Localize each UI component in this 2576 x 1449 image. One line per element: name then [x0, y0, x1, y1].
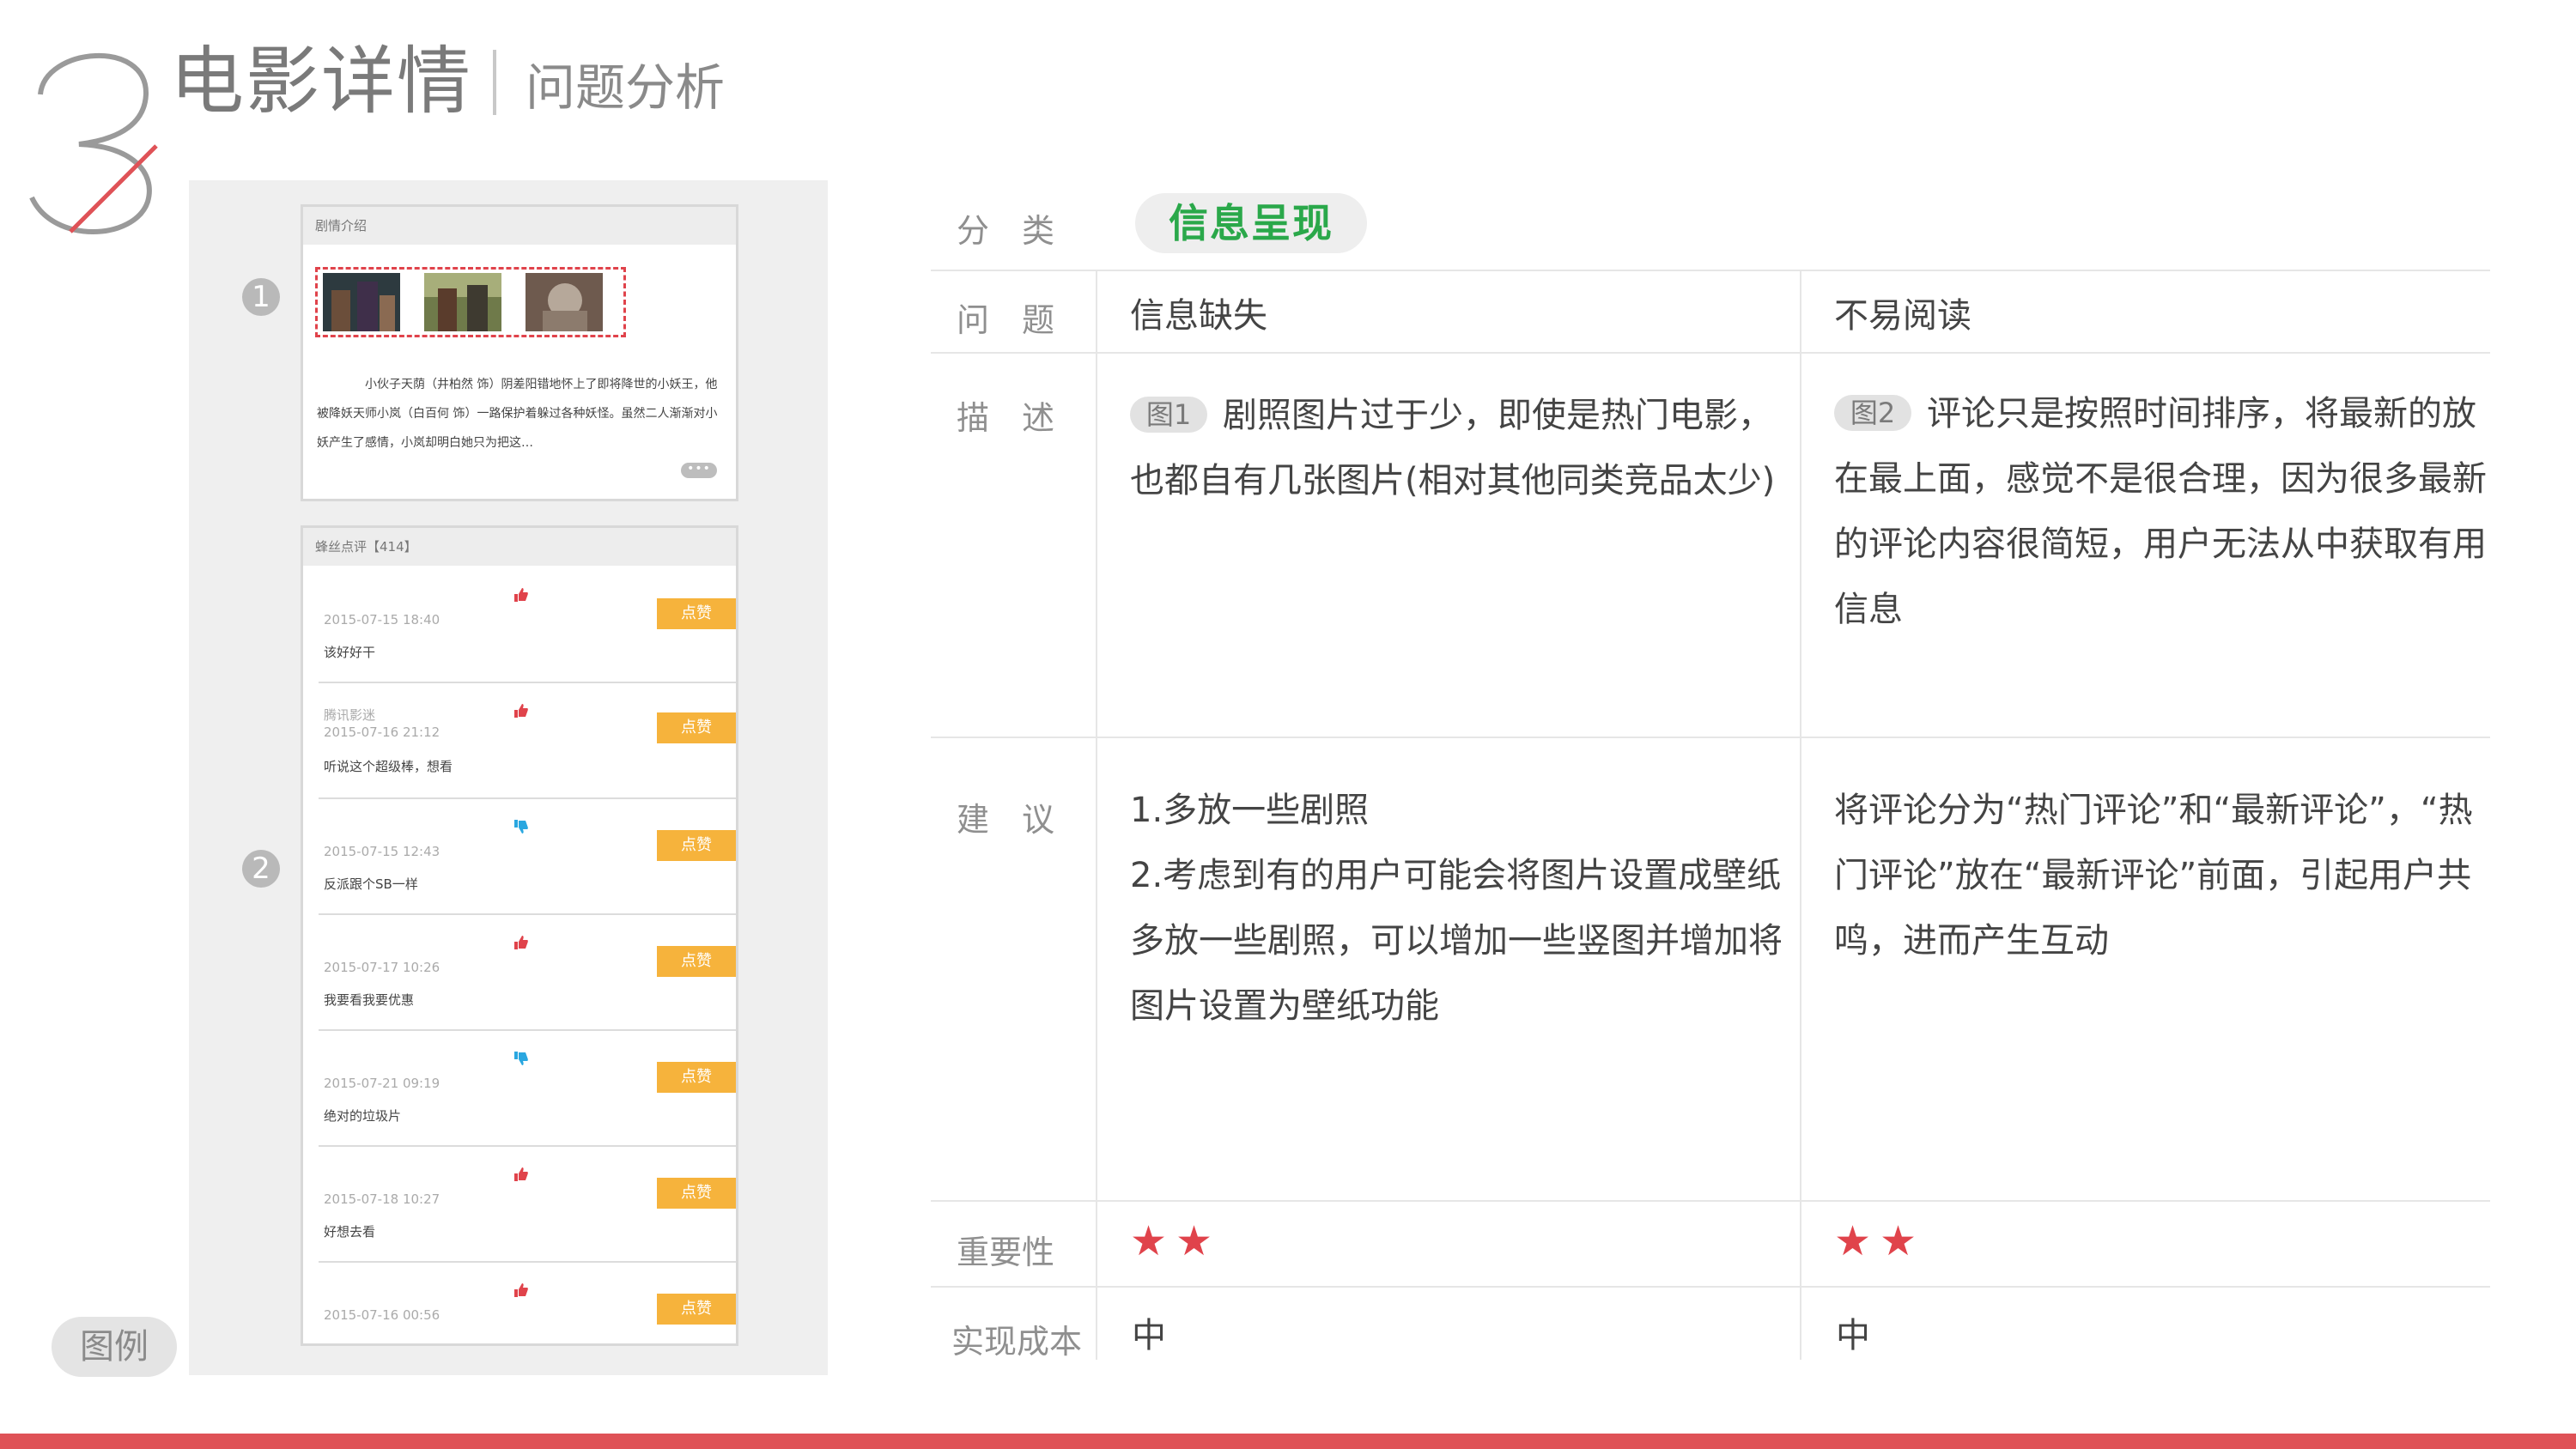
- category-badge: 信息呈现: [1135, 193, 1367, 253]
- row-divider: [931, 737, 2490, 738]
- suggestion-col1-line1: 1.多放一些剧照: [1130, 791, 1370, 830]
- row-divider: [931, 352, 2490, 354]
- suggestion-col1-line2: 2.考虑到有的用户可能会将图片设置成壁纸多放一些剧照，可以增加一些竖图并增加将图…: [1130, 856, 1783, 1026]
- screenshot-panel: 1 2 剧情介绍 小伙子天荫（井柏然 饰）阴差阳错地怀上了即将降世的小妖王，他被…: [189, 180, 828, 1375]
- reviews-card: 蜂丝点评【414】 2015-07-15 18:40 该好好干 点赞 腾讯影迷 …: [301, 525, 738, 1346]
- cost-col2: 中: [1836, 1316, 1870, 1355]
- review-item: 2015-07-18 10:27 好想去看 点赞: [319, 1145, 736, 1263]
- like-button[interactable]: 点赞: [657, 1294, 736, 1325]
- importance-col2-stars: ★★: [1834, 1217, 1926, 1265]
- thumb-up-icon[interactable]: [513, 1282, 530, 1299]
- column-divider: [1096, 270, 1097, 1360]
- page-subtitle: 问题分析: [526, 58, 726, 117]
- row-divider: [931, 270, 2490, 271]
- review-item: 2015-07-15 18:40 该好好干 点赞: [319, 566, 736, 683]
- reviews-card-header: 蜂丝点评【414】: [303, 528, 736, 566]
- label-problem: 问 题: [957, 301, 1055, 339]
- review-text: 该好好干: [324, 645, 376, 660]
- review-text: 好想去看: [324, 1224, 376, 1240]
- review-date: 2015-07-16 21:12: [324, 724, 440, 740]
- review-date: 2015-07-21 09:19: [324, 1076, 440, 1091]
- bottom-accent-bar: [0, 1434, 2576, 1449]
- review-date: 2015-07-17 10:26: [324, 960, 440, 975]
- problem-col1: 信息缺失: [1130, 296, 1267, 336]
- review-text: 我要看我要优惠: [324, 992, 415, 1008]
- review-item: 2015-07-16 00:56 点赞: [319, 1261, 736, 1343]
- like-button[interactable]: 点赞: [657, 830, 736, 861]
- label-cost: 实现成本: [951, 1323, 1083, 1361]
- title-separator: [493, 50, 496, 115]
- synopsis-card: 剧情介绍 小伙子天荫（井柏然 饰）阴差阳错地怀上了即将降世的小妖王，他被降妖天师…: [301, 204, 738, 501]
- label-description: 描 述: [957, 399, 1055, 437]
- photo-strip[interactable]: [315, 267, 626, 337]
- synopsis-card-header: 剧情介绍: [303, 207, 736, 245]
- thumb-up-icon[interactable]: [513, 1166, 530, 1183]
- review-text: 反派跟个SB一样: [324, 876, 418, 892]
- description-col1: 图1 剧照图片过于少，即使是热门电影，也都自有几张图片(相对其他同类竞品太少): [1130, 383, 1783, 513]
- review-item: 2015-07-21 09:19 绝对的垃圾片 点赞: [319, 1029, 736, 1147]
- like-button[interactable]: 点赞: [657, 946, 736, 977]
- suggestion-col2: 将评论分为“热门评论”和“最新评论”，“热门评论”放在“最新评论”前面，引起用户…: [1834, 791, 2473, 961]
- suggestion-col1: 1.多放一些剧照 2.考虑到有的用户可能会将图片设置成壁纸多放一些剧照，可以增加…: [1130, 778, 1783, 1039]
- marker-1: 1: [242, 278, 280, 316]
- section-number-3: [29, 53, 158, 234]
- still-photo-2[interactable]: [424, 273, 501, 331]
- still-photo-3[interactable]: [526, 273, 603, 331]
- review-text: 听说这个超级棒，想看: [324, 759, 453, 774]
- legend-badge: 图例: [52, 1317, 177, 1377]
- review-item: 2015-07-15 12:43 反派跟个SB一样 点赞: [319, 797, 736, 915]
- problem-col2: 不易阅读: [1834, 296, 1971, 336]
- like-button[interactable]: 点赞: [657, 598, 736, 629]
- review-item: 腾讯影迷 2015-07-16 21:12 听说这个超级棒，想看 点赞: [319, 682, 736, 799]
- thumb-up-icon[interactable]: [513, 702, 530, 719]
- description-col2-text: 评论只是按照时间排序，将最新的放在最上面，感觉不是很合理，因为很多最新的评论内容…: [1834, 394, 2487, 629]
- review-text: 绝对的垃圾片: [324, 1108, 402, 1124]
- synopsis-text: 小伙子天荫（井柏然 饰）阴差阳错地怀上了即将降世的小妖王，他被降妖天师小岚（白百…: [317, 378, 718, 450]
- thumb-down-icon[interactable]: [513, 1050, 530, 1067]
- review-date: 2015-07-18 10:27: [324, 1191, 440, 1207]
- label-category: 分 类: [957, 212, 1055, 250]
- page-title: 电影详情: [170, 39, 472, 124]
- thumb-up-icon[interactable]: [513, 934, 530, 951]
- review-date: 2015-07-15 18:40: [324, 612, 440, 627]
- description-col1-text: 剧照图片过于少，即使是热门电影，也都自有几张图片(相对其他同类竞品太少): [1130, 396, 1776, 500]
- review-author: 腾讯影迷: [324, 707, 376, 723]
- importance-col1-stars: ★★: [1130, 1217, 1222, 1265]
- thumb-up-icon[interactable]: [513, 586, 530, 603]
- more-button[interactable]: •••: [681, 463, 717, 478]
- column-divider: [1800, 270, 1801, 1360]
- marker-2: 2: [242, 850, 280, 888]
- label-suggestion: 建 议: [957, 801, 1055, 839]
- review-date: 2015-07-15 12:43: [324, 844, 440, 859]
- row-divider: [931, 1286, 2490, 1288]
- fig2-tag: 图2: [1834, 395, 1911, 431]
- review-item: 2015-07-17 10:26 我要看我要优惠 点赞: [319, 913, 736, 1031]
- review-date: 2015-07-16 00:56: [324, 1307, 440, 1323]
- cost-col1: 中: [1132, 1316, 1166, 1355]
- description-col2: 图2 评论只是按照时间排序，将最新的放在最上面，感觉不是很合理，因为很多最新的评论…: [1834, 381, 2488, 642]
- row-divider: [931, 1200, 2490, 1202]
- label-importance: 重要性: [957, 1234, 1055, 1271]
- thumb-down-icon[interactable]: [513, 818, 530, 835]
- like-button[interactable]: 点赞: [657, 1062, 736, 1093]
- fig1-tag: 图1: [1130, 397, 1207, 433]
- still-photo-1[interactable]: [323, 273, 400, 331]
- like-button[interactable]: 点赞: [657, 1178, 736, 1209]
- like-button[interactable]: 点赞: [657, 712, 736, 743]
